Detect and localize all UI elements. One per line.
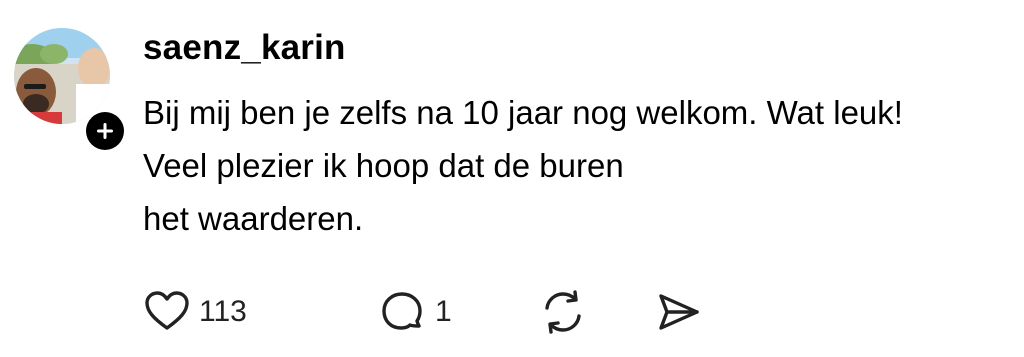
- repost-icon: [545, 290, 581, 334]
- reply-count: 1: [435, 295, 452, 328]
- post-text: Bij mij ben je zelfs na 10 jaar nog welk…: [143, 86, 1013, 245]
- like-count: 113: [199, 295, 247, 328]
- thread-post: saenz_karin Bij mij ben je zelfs na 10 j…: [0, 0, 1024, 357]
- post-text-line: Veel plezier ik hoop dat de buren: [143, 147, 624, 184]
- avatar-container: [14, 28, 128, 154]
- repost-button[interactable]: [539, 288, 587, 336]
- send-icon: [659, 294, 699, 330]
- reply-button[interactable]: 1: [379, 288, 452, 336]
- action-bar: 113 1: [143, 288, 743, 336]
- share-button[interactable]: [655, 288, 703, 336]
- like-button[interactable]: 113: [143, 288, 247, 336]
- speech-bubble-icon: [382, 292, 422, 330]
- post-text-line: Bij mij ben je zelfs na 10 jaar nog welk…: [143, 94, 903, 131]
- post-text-line: het waarderen.: [143, 200, 364, 237]
- follow-button[interactable]: [82, 108, 128, 154]
- username[interactable]: saenz_karin: [143, 28, 346, 68]
- heart-icon: [145, 291, 189, 330]
- plus-icon: [86, 112, 124, 150]
